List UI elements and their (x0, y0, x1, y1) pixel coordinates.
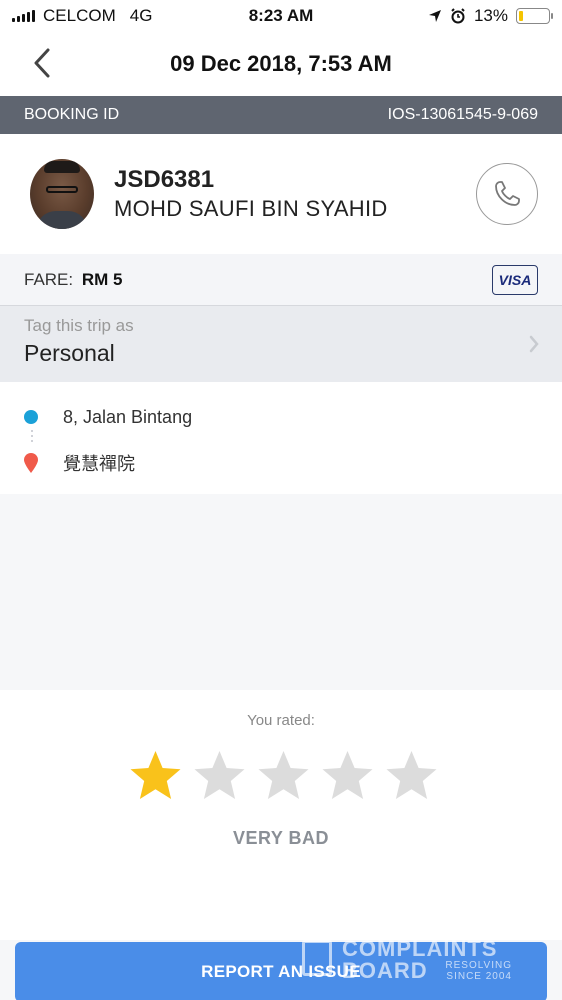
pickup-address: 8, Jalan Bintang (63, 406, 193, 427)
booking-id-value: IOS-13061545-9-069 (387, 106, 538, 123)
dropoff-pin-icon (24, 453, 38, 473)
report-issue-button[interactable]: REPORT AN ISSUE (15, 942, 547, 1000)
chevron-left-icon[interactable] (28, 46, 58, 80)
driver-avatar (30, 159, 94, 229)
route-connector (31, 430, 33, 444)
star-filled-icon[interactable] (127, 748, 184, 805)
status-bar: CELCOM 4G 8:23 AM 13% (0, 0, 562, 32)
tag-trip-label: Tag this trip as (24, 316, 134, 335)
chevron-right-icon (529, 335, 539, 353)
star-empty-icon[interactable] (383, 748, 440, 805)
clock: 8:23 AM (248, 6, 314, 25)
rated-label: You rated: (247, 712, 315, 729)
star-empty-icon[interactable] (319, 748, 376, 805)
call-driver-button[interactable] (476, 163, 538, 225)
fare-label: FARE: (24, 269, 74, 289)
rating-section: You rated: VERY BAD (0, 690, 562, 940)
vehicle-plate: JSD6381 (114, 166, 215, 193)
fare-amount: RM 5 (81, 269, 123, 289)
battery-percent: 13% (473, 6, 508, 25)
dropoff-location: 覺慧禪院 (24, 440, 538, 486)
pickup-dot-icon (24, 410, 38, 424)
driver-card: JSD6381 MOHD SAUFI BIN SYAHID (0, 134, 562, 254)
driver-name: MOHD SAUFI BIN SYAHID (114, 196, 388, 221)
page-title: 09 Dec 2018, 7:53 AM (170, 51, 392, 76)
star-empty-icon[interactable] (255, 748, 312, 805)
rating-text: VERY BAD (232, 828, 330, 848)
nav-bar: 09 Dec 2018, 7:53 AM (0, 32, 562, 96)
phone-icon (495, 181, 520, 206)
route-section: 8, Jalan Bintang 覺慧禪院 (0, 382, 562, 494)
tag-trip-value: Personal (24, 340, 115, 366)
star-empty-icon[interactable] (191, 748, 248, 805)
carrier-name: CELCOM (43, 6, 116, 25)
battery-icon (516, 8, 553, 24)
star-rating (127, 748, 440, 805)
dropoff-address: 覺慧禪院 (63, 454, 135, 474)
alarm-icon (451, 8, 465, 24)
signal-icon (12, 10, 35, 22)
network-type: 4G (129, 6, 153, 25)
pickup-location: 8, Jalan Bintang (24, 394, 538, 440)
tag-trip-selector[interactable]: Tag this trip as Personal (0, 306, 562, 382)
location-arrow-icon (428, 10, 441, 22)
visa-card-icon: VISA (492, 264, 538, 295)
fare-row: FARE: RM 5 VISA (0, 254, 562, 306)
booking-id-label: BOOKING ID (24, 106, 120, 123)
booking-id-bar: BOOKING ID IOS-13061545-9-069 (0, 96, 562, 134)
